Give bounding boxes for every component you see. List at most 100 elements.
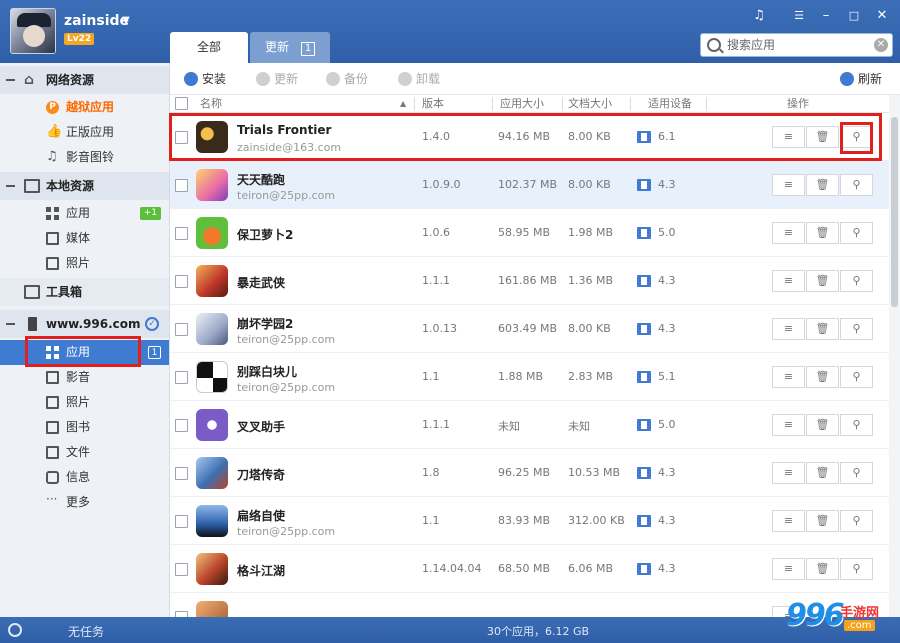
- column-version[interactable]: 版本: [422, 97, 444, 111]
- column-app-size[interactable]: 应用大小: [500, 97, 544, 111]
- maximize-icon[interactable]: □: [843, 6, 865, 26]
- delete-icon[interactable]: 🗑: [806, 270, 839, 292]
- search-icon[interactable]: ⚲: [840, 414, 873, 436]
- refresh-button[interactable]: 刷新: [840, 71, 882, 87]
- sidebar-item-device-books[interactable]: 图书: [0, 415, 169, 440]
- row-checkbox[interactable]: [175, 419, 188, 432]
- search-icon[interactable]: ⚲: [840, 462, 873, 484]
- scrollbar[interactable]: [889, 95, 900, 617]
- column-doc-size[interactable]: 文档大小: [568, 97, 612, 111]
- table-row[interactable]: ≡: [170, 593, 889, 617]
- sidebar-item-jailbreak-apps[interactable]: P 越狱应用: [0, 95, 169, 120]
- section-net-resources[interactable]: ⌂ 网络资源: [0, 66, 169, 94]
- delete-icon[interactable]: 🗑: [806, 222, 839, 244]
- table-row[interactable]: 刀塔传奇 1.8 96.25 MB 10.53 MB 4.3 ≡ 🗑 ⚲: [170, 449, 889, 497]
- search-icon[interactable]: ⚲: [840, 558, 873, 580]
- search-icon[interactable]: ⚲: [840, 318, 873, 340]
- search-input[interactable]: [727, 36, 872, 54]
- section-toolbox[interactable]: 工具箱: [0, 278, 169, 306]
- task-status[interactable]: 无任务: [68, 623, 104, 640]
- collapse-icon[interactable]: [6, 79, 15, 81]
- search-icon[interactable]: ⚲: [840, 126, 873, 148]
- search-icon[interactable]: ⚲: [840, 270, 873, 292]
- backup-row-button[interactable]: ≡: [772, 366, 805, 388]
- collapse-icon[interactable]: [6, 323, 15, 325]
- delete-icon[interactable]: 🗑: [806, 462, 839, 484]
- close-icon[interactable]: ✕: [871, 6, 893, 26]
- avatar[interactable]: [10, 8, 56, 54]
- sidebar-item-device-more[interactable]: ··· 更多: [0, 490, 169, 515]
- delete-icon[interactable]: 🗑: [806, 126, 839, 148]
- section-device[interactable]: www.996.com ✓: [0, 310, 169, 338]
- row-checkbox[interactable]: [175, 563, 188, 576]
- table-row[interactable]: 崩坏学园2 teiron@25pp.com 1.0.13 603.49 MB 8…: [170, 305, 889, 353]
- delete-icon[interactable]: 🗑: [806, 174, 839, 196]
- section-local-resources[interactable]: 本地资源: [0, 172, 169, 200]
- row-checkbox[interactable]: [175, 371, 188, 384]
- clear-search-icon[interactable]: ✕: [874, 38, 888, 52]
- backup-row-button[interactable]: ≡: [772, 510, 805, 532]
- sidebar-item-device-messages[interactable]: 信息: [0, 465, 169, 490]
- sidebar-item-device-apps[interactable]: 应用 1: [0, 340, 169, 365]
- table-row[interactable]: 别踩白块儿 teiron@25pp.com 1.1 1.88 MB 2.83 M…: [170, 353, 889, 401]
- delete-icon[interactable]: 🗑: [806, 366, 839, 388]
- music-icon[interactable]: ♫: [748, 6, 770, 26]
- table-row[interactable]: 暴走武侠 1.1.1 161.86 MB 1.36 MB 4.3 ≡ 🗑 ⚲: [170, 257, 889, 305]
- row-checkbox[interactable]: [175, 515, 188, 528]
- search-icon[interactable]: ⚲: [840, 510, 873, 532]
- sidebar-item-device-photos[interactable]: 照片: [0, 390, 169, 415]
- row-checkbox[interactable]: [175, 131, 188, 144]
- table-row[interactable]: Trials Frontier zainside@163.com 1.4.0 9…: [170, 113, 889, 161]
- sidebar-item-device-video[interactable]: 影音: [0, 365, 169, 390]
- scroll-thumb[interactable]: [891, 117, 898, 307]
- row-checkbox[interactable]: [175, 227, 188, 240]
- search-icon[interactable]: ⚲: [840, 366, 873, 388]
- backup-row-button[interactable]: ≡: [772, 414, 805, 436]
- select-all-checkbox[interactable]: [175, 97, 188, 110]
- menu-icon[interactable]: ☰: [788, 6, 810, 26]
- column-device[interactable]: 适用设备: [648, 97, 692, 111]
- install-button[interactable]: 安装: [184, 71, 226, 87]
- delete-icon[interactable]: 🗑: [806, 318, 839, 340]
- row-checkbox[interactable]: [175, 179, 188, 192]
- backup-row-button[interactable]: ≡: [772, 318, 805, 340]
- task-icon[interactable]: [8, 623, 22, 637]
- row-checkbox[interactable]: [175, 467, 188, 480]
- backup-row-button[interactable]: ≡: [772, 270, 805, 292]
- search-icon[interactable]: ⚲: [840, 222, 873, 244]
- backup-button[interactable]: 备份: [326, 71, 368, 87]
- table-row[interactable]: 扁络自使 teiron@25pp.com 1.1 83.93 MB 312.00…: [170, 497, 889, 545]
- tab-all[interactable]: 全部: [170, 32, 248, 63]
- username[interactable]: zainside: [64, 13, 129, 29]
- row-checkbox[interactable]: [175, 323, 188, 336]
- sidebar-item-device-files[interactable]: 文件: [0, 440, 169, 465]
- uninstall-button[interactable]: 卸载: [398, 71, 440, 87]
- tab-update[interactable]: 更新 1: [250, 32, 330, 63]
- sort-asc-icon[interactable]: ▲: [400, 97, 406, 111]
- delete-icon[interactable]: 🗑: [806, 510, 839, 532]
- minimize-icon[interactable]: –: [815, 6, 837, 26]
- table-row[interactable]: 保卫萝卜2 1.0.6 58.95 MB 1.98 MB 5.0 ≡ 🗑 ⚲: [170, 209, 889, 257]
- delete-icon[interactable]: 🗑: [806, 414, 839, 436]
- sidebar-item-local-apps[interactable]: 应用 +1: [0, 201, 169, 226]
- delete-icon[interactable]: 🗑: [806, 558, 839, 580]
- backup-row-button[interactable]: ≡: [772, 222, 805, 244]
- column-name[interactable]: 名称: [200, 97, 222, 111]
- backup-row-button[interactable]: ≡: [772, 558, 805, 580]
- search-icon[interactable]: [707, 38, 721, 52]
- collapse-icon[interactable]: [6, 185, 15, 187]
- sidebar-item-local-media[interactable]: 媒体: [0, 226, 169, 251]
- user-menu-caret-icon[interactable]: ▼: [122, 15, 130, 26]
- table-row[interactable]: 格斗江湖 1.14.04.04 68.50 MB 6.06 MB 4.3 ≡ 🗑…: [170, 545, 889, 593]
- sidebar-item-licensed-apps[interactable]: 👍 正版应用: [0, 120, 169, 145]
- sidebar-item-local-photos[interactable]: 照片: [0, 251, 169, 276]
- backup-row-button[interactable]: ≡: [772, 462, 805, 484]
- row-checkbox[interactable]: [175, 275, 188, 288]
- backup-row-button[interactable]: ≡: [772, 126, 805, 148]
- table-row[interactable]: 叉叉助手 1.1.1 未知 未知 5.0 ≡ 🗑 ⚲: [170, 401, 889, 449]
- search-icon[interactable]: ⚲: [840, 174, 873, 196]
- table-row[interactable]: 天天酷跑 teiron@25pp.com 1.0.9.0 102.37 MB 8…: [170, 161, 889, 209]
- backup-row-button[interactable]: ≡: [772, 174, 805, 196]
- sidebar-item-media-library[interactable]: ♫ 影音图铃: [0, 145, 169, 170]
- update-button[interactable]: 更新: [256, 71, 298, 87]
